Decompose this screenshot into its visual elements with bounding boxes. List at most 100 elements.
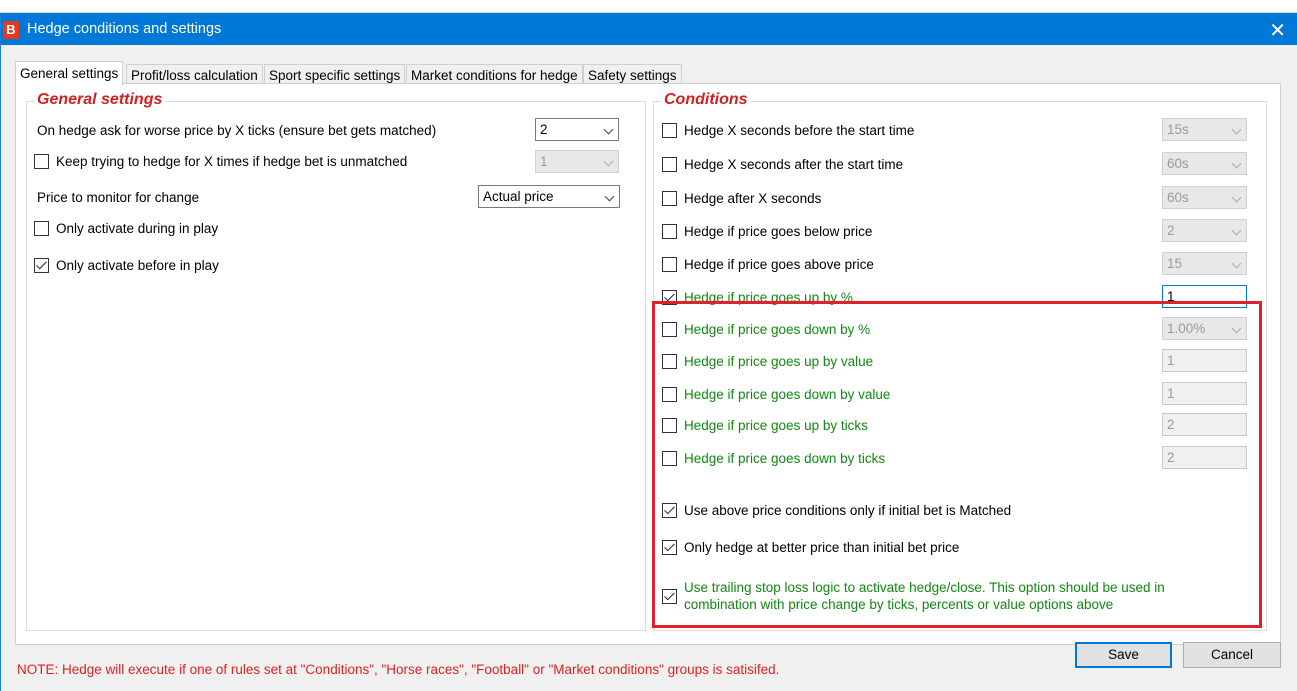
condition-value: 2 [1167, 450, 1175, 465]
keep-trying-checkbox[interactable] [34, 153, 49, 169]
condition-row[interactable]: Hedge if price goes up by value [662, 351, 873, 371]
during-inplay-label: Only activate during in play [56, 220, 219, 236]
condition-checkbox[interactable] [662, 353, 677, 369]
condition-row[interactable]: Hedge if price goes down by value [662, 384, 890, 404]
hedge-settings-dialog: B Hedge conditions and settings ✕ Genera… [0, 13, 1297, 691]
keep-trying-row[interactable]: Keep trying to hedge for X times if hedg… [34, 151, 407, 171]
condition-value: 15 [1167, 256, 1183, 271]
conditions-group: Conditions Hedge X seconds before the st… [653, 91, 1267, 631]
title-bar: B Hedge conditions and settings ✕ [1, 13, 1297, 45]
tab-sport-specific[interactable]: Sport specific settings [264, 64, 406, 85]
condition-value: 15s [1167, 122, 1189, 137]
condition-value: 1 [1167, 353, 1175, 368]
keep-trying-dropdown[interactable]: 1 [535, 150, 619, 173]
condition-checkbox[interactable] [662, 321, 677, 337]
condition-value: 1 [1167, 289, 1175, 304]
trailing-checkbox[interactable] [662, 588, 677, 604]
condition-value: 1.00% [1167, 321, 1206, 336]
condition-checkbox[interactable] [662, 256, 677, 272]
condition-row[interactable]: Hedge after X seconds [662, 188, 821, 208]
worse-price-dropdown[interactable]: 2 [535, 118, 619, 141]
condition-dropdown[interactable]: 60s [1162, 186, 1247, 209]
close-icon[interactable]: ✕ [1269, 18, 1286, 43]
condition-input[interactable]: 2 [1162, 446, 1247, 469]
better-price-checkbox[interactable] [662, 539, 677, 555]
chevron-down-icon [1231, 192, 1242, 203]
chevron-down-icon [603, 156, 614, 167]
trailing-label: Use trailing stop loss logic to activate… [684, 580, 1165, 612]
condition-label: Hedge if price goes below price [684, 223, 873, 239]
save-button[interactable]: Save [1075, 642, 1172, 668]
condition-checkbox[interactable] [662, 190, 677, 206]
window-title: Hedge conditions and settings [27, 21, 222, 37]
keep-trying-label: Keep trying to hedge for X times if hedg… [56, 153, 408, 169]
condition-label: Hedge if price goes down by value [684, 386, 891, 402]
condition-row[interactable]: Hedge if price goes up by % [662, 287, 853, 307]
condition-label: Hedge if price goes above price [684, 256, 874, 272]
condition-value: 60s [1167, 190, 1189, 205]
condition-row[interactable]: Hedge X seconds after the start time [662, 154, 903, 174]
condition-input[interactable]: 1 [1162, 349, 1247, 372]
before-inplay-row[interactable]: Only activate before in play [34, 255, 219, 275]
condition-checkbox[interactable] [662, 450, 677, 466]
price-monitor-dropdown[interactable]: Actual price [478, 185, 620, 208]
tab-safety-settings[interactable]: Safety settings [583, 64, 682, 85]
general-settings-group: General settings On hedge ask for worse … [26, 91, 646, 631]
use-above-row[interactable]: Use above price conditions only if initi… [662, 500, 1011, 520]
before-inplay-checkbox[interactable] [34, 257, 49, 273]
condition-value: 2 [1167, 223, 1175, 238]
better-price-row[interactable]: Only hedge at better price than initial … [662, 537, 959, 557]
general-settings-title: General settings [34, 91, 166, 109]
condition-dropdown[interactable]: 60s [1162, 152, 1247, 175]
condition-checkbox[interactable] [662, 156, 677, 172]
condition-checkbox[interactable] [662, 417, 677, 433]
condition-input[interactable]: 1 [1162, 285, 1247, 308]
condition-label: Hedge if price goes down by ticks [684, 450, 886, 466]
chevron-down-icon [604, 191, 615, 202]
tab-profit-loss[interactable]: Profit/loss calculation [126, 64, 263, 85]
chevron-down-icon [1231, 258, 1242, 269]
app-logo-icon: B [3, 21, 19, 39]
during-inplay-checkbox[interactable] [34, 220, 49, 236]
trailing-row[interactable]: Use trailing stop loss logic to activate… [662, 578, 1204, 614]
condition-label: Hedge X seconds after the start time [684, 156, 904, 172]
price-monitor-label: Price to monitor for change [37, 189, 200, 205]
tab-market-conditions[interactable]: Market conditions for hedge [406, 64, 583, 85]
condition-label: Hedge if price goes down by % [684, 321, 871, 337]
condition-dropdown[interactable]: 15 [1162, 252, 1247, 275]
use-above-checkbox[interactable] [662, 502, 677, 518]
tab-general-settings[interactable]: General settings [15, 61, 124, 86]
condition-checkbox[interactable] [662, 122, 677, 138]
worse-price-label: On hedge ask for worse price by X ticks … [37, 122, 437, 138]
condition-dropdown[interactable]: 1.00% [1162, 317, 1247, 340]
condition-label: Hedge if price goes up by value [684, 353, 874, 369]
chevron-down-icon [1231, 323, 1242, 334]
condition-label: Hedge after X seconds [684, 190, 822, 206]
condition-row[interactable]: Hedge if price goes down by ticks [662, 448, 885, 468]
worse-price-value: 2 [540, 122, 548, 137]
worse-price-row: On hedge ask for worse price by X ticks … [37, 120, 436, 140]
condition-row[interactable]: Hedge if price goes above price [662, 254, 874, 274]
cancel-button[interactable]: Cancel [1183, 642, 1281, 668]
condition-dropdown[interactable]: 2 [1162, 219, 1247, 242]
condition-row[interactable]: Hedge if price goes up by ticks [662, 415, 868, 435]
price-monitor-row: Price to monitor for change [37, 187, 199, 207]
condition-label: Hedge if price goes up by % [684, 289, 853, 305]
during-inplay-row[interactable]: Only activate during in play [34, 218, 218, 238]
use-above-label: Use above price conditions only if initi… [684, 502, 1012, 518]
keep-trying-value: 1 [540, 154, 548, 169]
price-monitor-value: Actual price [483, 189, 554, 204]
condition-dropdown[interactable]: 15s [1162, 118, 1247, 141]
condition-label: Hedge if price goes up by ticks [684, 417, 868, 433]
condition-checkbox[interactable] [662, 223, 677, 239]
chevron-down-icon [603, 124, 614, 135]
before-inplay-label: Only activate before in play [56, 257, 219, 273]
condition-input[interactable]: 2 [1162, 413, 1247, 436]
condition-row[interactable]: Hedge if price goes down by % [662, 319, 870, 339]
condition-checkbox[interactable] [662, 289, 677, 305]
condition-row[interactable]: Hedge if price goes below price [662, 221, 872, 241]
chevron-down-icon [1231, 158, 1242, 169]
condition-input[interactable]: 1 [1162, 382, 1247, 405]
condition-row[interactable]: Hedge X seconds before the start time [662, 120, 914, 140]
condition-checkbox[interactable] [662, 386, 677, 402]
